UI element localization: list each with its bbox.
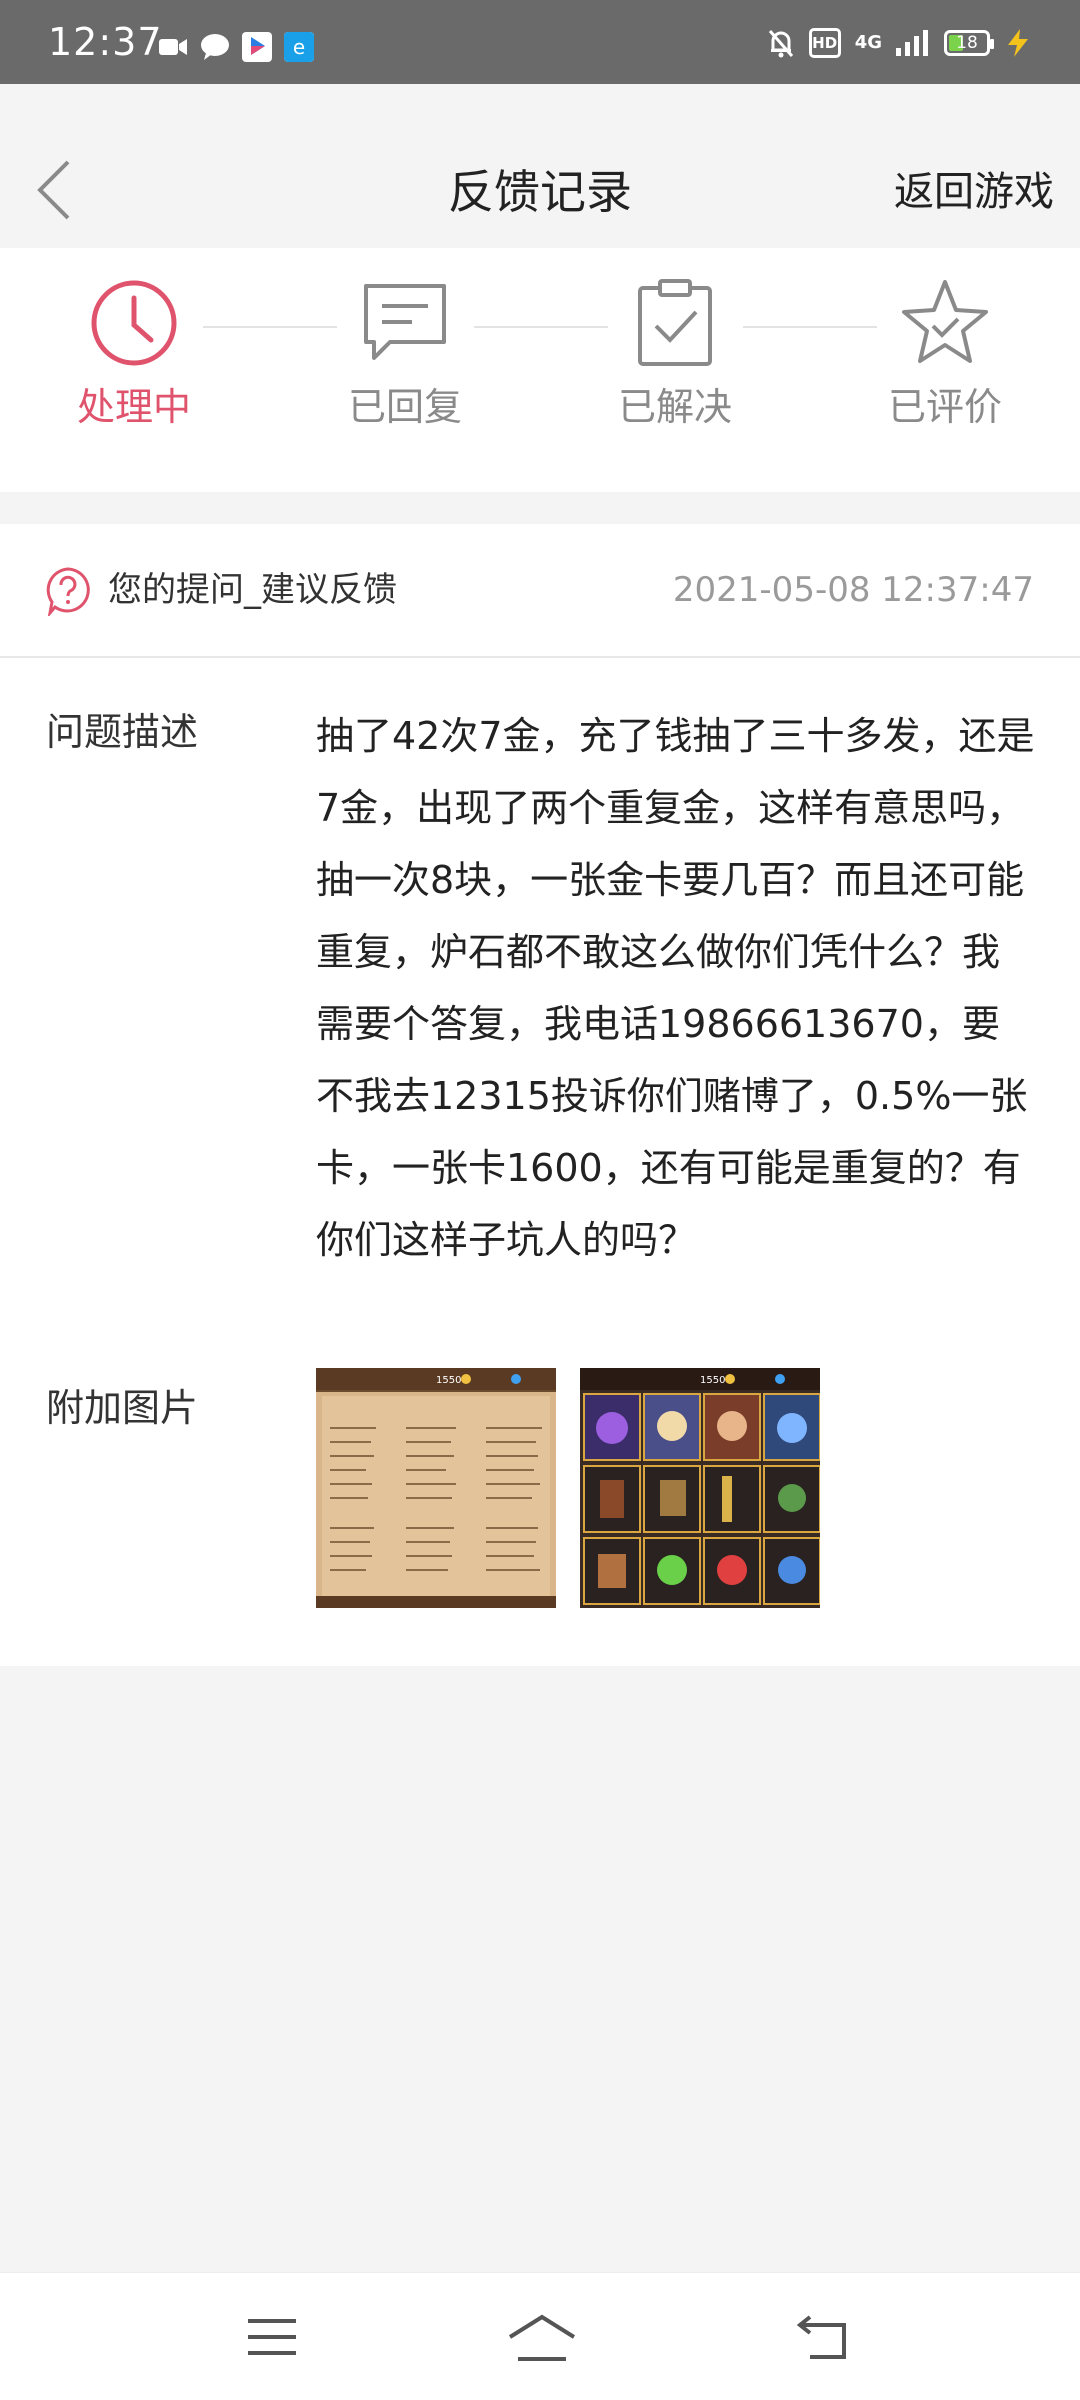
network-type: 4G xyxy=(854,32,882,53)
star-check-icon xyxy=(902,280,988,363)
charging-icon xyxy=(1008,29,1028,57)
message-icon xyxy=(364,284,446,360)
signal-icon xyxy=(896,30,928,56)
clock-icon xyxy=(91,280,177,366)
step-label: 已评价 xyxy=(887,385,1002,429)
system-navigation-bar xyxy=(0,2272,1080,2400)
notification-icons: e xyxy=(158,30,314,64)
status-bar: 12:37 e HD 4G 18 xyxy=(0,0,1080,84)
step-processing: 处理中 xyxy=(44,278,224,430)
question-timestamp: 2021-05-08 12:37:47 xyxy=(672,570,1034,610)
images-label: 附加图片 xyxy=(46,1386,199,1430)
back-arrow-icon xyxy=(796,2315,846,2359)
thumb-1-header-value: 1550 xyxy=(436,1375,461,1386)
question-type: 您的提问_建议反馈 xyxy=(108,570,397,610)
svg-text:e: e xyxy=(293,35,305,59)
return-to-game-button[interactable]: 返回游戏 xyxy=(894,164,1054,220)
progress-steps: 处理中 已回复 已解决 已评价 xyxy=(0,248,1080,492)
step-replied: 已回复 xyxy=(315,278,495,430)
app-icon-video xyxy=(242,32,272,62)
question-icon xyxy=(46,567,90,616)
attached-image-2[interactable]: 1550 xyxy=(580,1368,820,1608)
chat-bubble-icon xyxy=(201,34,229,60)
feedback-card: 您的提问_建议反馈 2021-05-08 12:37:47 问题描述 抽了42次… xyxy=(0,524,1080,1666)
step-label: 处理中 xyxy=(76,385,191,429)
status-time: 12:37 xyxy=(48,20,163,64)
home-button[interactable] xyxy=(506,2313,578,2363)
step-label: 已回复 xyxy=(347,385,462,429)
home-icon xyxy=(508,2314,576,2361)
attached-image-1[interactable]: 1550 xyxy=(316,1368,556,1608)
app-icon-e: e xyxy=(284,32,314,62)
battery-icon: 18 xyxy=(944,30,994,56)
header: 反馈记录 返回游戏 xyxy=(0,84,1080,248)
stats-screenshot-thumbnail: 1550 xyxy=(316,1368,556,1608)
description-text: 抽了42次7金，充了钱抽了三十多发，还是7金，出现了两个重复金，这样有意思吗，抽… xyxy=(316,714,1035,1262)
mute-bell-icon xyxy=(768,30,793,58)
system-icons: HD 4G 18 xyxy=(767,26,1032,60)
description-label: 问题描述 xyxy=(46,710,199,754)
menu-button[interactable] xyxy=(244,2313,300,2363)
step-resolved: 已解决 xyxy=(585,278,765,430)
thumb-2-header-value: 1550 xyxy=(700,1375,725,1386)
clipboard-check-icon xyxy=(638,279,712,366)
question-row: 您的提问_建议反馈 2021-05-08 12:37:47 xyxy=(0,524,1080,658)
hd-badge: HD xyxy=(808,28,841,58)
video-icon xyxy=(159,39,187,55)
step-label: 已解决 xyxy=(617,385,732,429)
back-nav-button[interactable] xyxy=(796,2313,852,2363)
menu-icon xyxy=(248,2319,296,2355)
cards-screenshot-thumbnail: 1550 xyxy=(580,1368,820,1605)
step-rated: 已评价 xyxy=(855,278,1035,430)
battery-level: 18 xyxy=(956,33,978,53)
